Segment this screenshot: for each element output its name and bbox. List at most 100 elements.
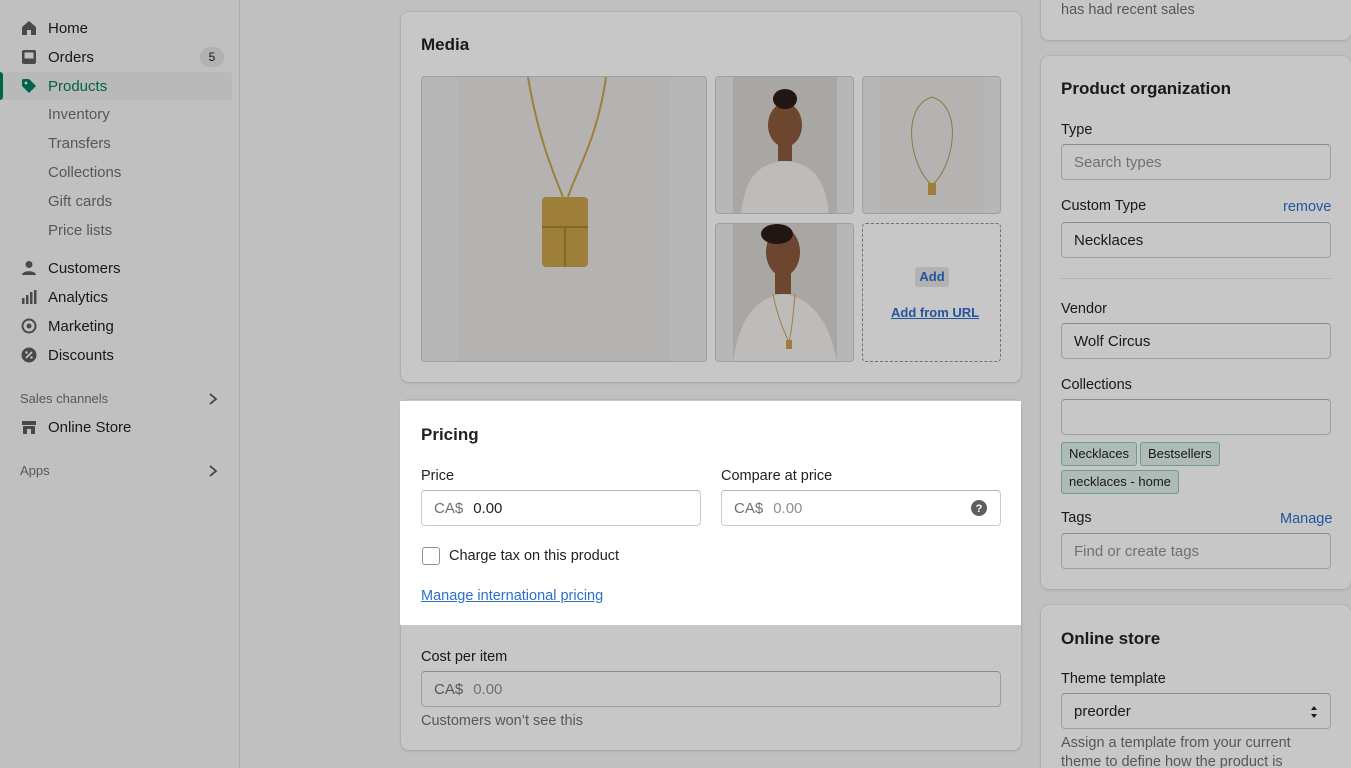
nav-products-label: Products [48,77,108,95]
price-input[interactable]: CA$ 0.00 [421,490,701,526]
nav-online-store[interactable]: Online Store [0,413,232,441]
theme-template-label: Theme template [1061,671,1166,687]
theme-template-value: preorder [1074,702,1131,720]
type-input[interactable]: Search types [1061,144,1331,180]
custom-type-value: Necklaces [1074,231,1144,249]
necklace-flat-illustration [911,96,953,195]
media-image-2[interactable] [715,76,854,214]
compare-placeholder: 0.00 [773,499,803,517]
nav-orders[interactable]: Orders 5 [0,43,232,71]
media-dropzone[interactable]: Add Add from URL [862,223,1001,362]
select-arrows-icon [1311,706,1317,718]
nav-inventory[interactable]: Inventory [48,103,110,127]
nav-discounts[interactable]: Discounts [0,341,232,369]
manage-international-pricing-link[interactable]: Manage international pricing [421,588,603,604]
model-illustration [741,89,829,213]
nav-products[interactable]: Products [0,72,232,100]
sidebar: Home Orders 5 Products Inventory Transfe… [0,0,240,768]
cost-per-item-label: Cost per item [421,649,508,665]
online-store-title: Online store [1061,629,1161,648]
cost-per-item-input[interactable]: CA$ 0.00 [421,671,1001,707]
status-card: has had recent sales [1041,0,1351,40]
price-value: 0.00 [473,499,503,517]
media-main-image[interactable] [421,76,707,362]
pricing-highlight: Pricing Price CA$ 0.00 Compare at price … [400,401,1021,625]
chevron-right-icon[interactable] [207,392,219,406]
nav-price-lists[interactable]: Price lists [48,219,112,243]
theme-help-line-1: Assign a template from your current [1061,735,1291,751]
collections-label: Collections [1061,377,1132,393]
person-icon [20,259,38,277]
model-side-photo [733,224,837,361]
necklace-flat-photo [880,77,984,213]
recent-sales-text: has had recent sales [1061,2,1195,18]
target-icon [20,317,38,335]
necklace-photo [458,77,670,361]
type-label: Type [1061,122,1093,138]
collections-input[interactable] [1061,399,1331,435]
nav-marketing-label: Marketing [48,317,114,335]
online-store-card: Online store Theme template preorder Ass… [1041,605,1351,768]
nav-home-label: Home [48,19,89,37]
type-placeholder: Search types [1074,153,1162,171]
collection-tag[interactable]: Bestsellers [1140,442,1220,466]
help-icon[interactable]: ? [971,500,987,516]
compare-at-price-label: Compare at price [721,468,833,484]
home-icon [20,19,38,37]
nav-customers-label: Customers [48,259,121,277]
add-media-button[interactable]: Add [915,267,949,287]
manage-tags-link[interactable]: Manage [1280,511,1332,527]
nav-gift-cards[interactable]: Gift cards [48,190,112,214]
model-side-illustration [733,224,837,361]
nav-online-store-label: Online Store [48,418,132,436]
collection-tag[interactable]: necklaces - home [1061,470,1179,494]
orders-icon [20,48,38,66]
vendor-label: Vendor [1061,301,1107,317]
vendor-value: Wolf Circus [1074,332,1151,350]
nav-analytics[interactable]: Analytics [0,283,232,311]
cost-help-text: Customers won’t see this [421,713,583,729]
cost-currency-prefix: CA$ [434,680,464,698]
price-currency-prefix: CA$ [434,499,464,517]
discount-icon [20,346,38,364]
theme-help-line-2: theme to define how the product is [1061,754,1283,768]
model-photo [733,77,837,213]
tags-input[interactable]: Find or create tags [1061,533,1331,569]
divider [1061,278,1331,279]
collection-tag[interactable]: Necklaces [1061,442,1137,466]
custom-type-label: Custom Type [1061,198,1147,214]
price-label: Price [421,468,455,484]
necklace-illustration [527,77,607,267]
nav-transfers[interactable]: Transfers [48,132,111,156]
charge-tax-label: Charge tax on this product [449,548,620,564]
product-organization-card: Product organization Type Search types C… [1041,56,1351,589]
media-title: Media [421,35,470,54]
nav-collections[interactable]: Collections [48,161,121,185]
bar-chart-icon [20,288,38,306]
apps-heading: Apps [20,463,50,478]
add-from-url-link[interactable]: Add from URL [891,305,979,320]
orders-count-badge: 5 [200,47,224,67]
tags-placeholder: Find or create tags [1074,542,1200,560]
media-image-4[interactable] [715,223,854,362]
nav-analytics-label: Analytics [48,288,109,306]
custom-type-input[interactable]: Necklaces [1061,222,1331,258]
theme-template-select[interactable]: preorder [1061,693,1331,729]
nav-home[interactable]: Home [0,14,232,42]
vendor-input[interactable]: Wolf Circus [1061,323,1331,359]
compare-at-price-input[interactable]: CA$ 0.00 ? [721,490,1001,526]
media-card: Media Add Add from URL [401,12,1021,382]
nav-customers[interactable]: Customers [0,254,232,282]
compare-currency-prefix: CA$ [734,499,764,517]
svg-text:?: ? [976,503,983,515]
charge-tax-checkbox[interactable] [422,547,440,565]
nav-discounts-label: Discounts [48,346,114,364]
organization-title: Product organization [1061,79,1231,98]
remove-custom-type-link[interactable]: remove [1283,199,1331,215]
store-icon [20,418,38,436]
chevron-right-icon[interactable] [207,464,219,478]
media-image-3[interactable] [862,76,1001,214]
cost-placeholder: 0.00 [473,680,503,698]
tag-icon [20,77,38,95]
nav-marketing[interactable]: Marketing [0,312,232,340]
